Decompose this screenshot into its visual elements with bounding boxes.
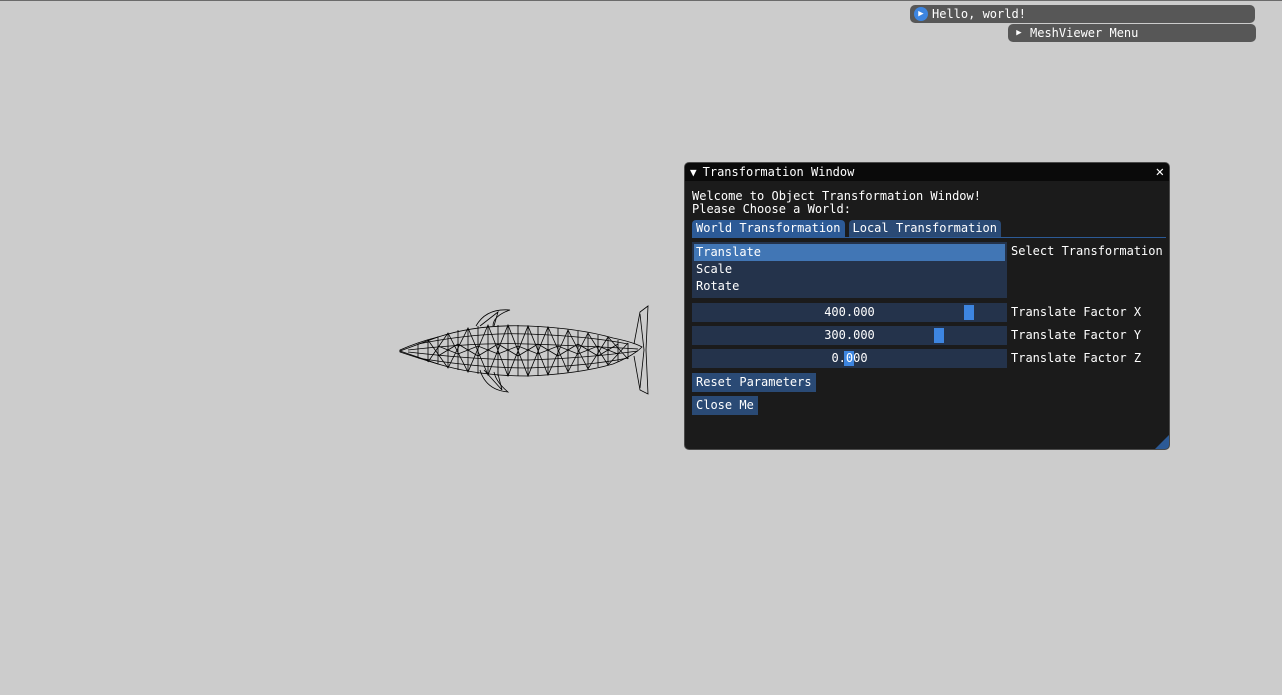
transformation-listbox[interactable]: Translate Scale Rotate — [692, 242, 1007, 298]
reset-parameters-button[interactable]: Reset Parameters — [692, 373, 816, 392]
select-transformation-label: Select Transformation — [1011, 244, 1163, 258]
mesh-edges — [398, 323, 639, 378]
slider-value: 400.000 — [824, 305, 875, 319]
list-item-rotate[interactable]: Rotate — [694, 278, 1005, 295]
meshviewer-menu-window[interactable]: ▶ MeshViewer Menu — [1008, 24, 1256, 42]
tab-world-transformation[interactable]: World Transformation — [692, 220, 845, 237]
meshviewer-menu-title: MeshViewer Menu — [1030, 26, 1139, 40]
top-border — [0, 0, 1282, 1]
slider-value: 0.000 — [831, 351, 868, 365]
translate-y-label: Translate Factor Y — [1011, 328, 1142, 342]
transformation-window[interactable]: ▼ Transformation Window ✕ Welcome to Obj… — [684, 162, 1170, 450]
hello-world-window[interactable]: ▶ Hello, world! — [910, 5, 1255, 23]
slider-value: 300.000 — [824, 328, 875, 342]
window-title: Transformation Window — [702, 165, 855, 179]
tab-underline — [692, 237, 1166, 238]
resize-grip-icon[interactable] — [1155, 435, 1169, 449]
translate-y-slider[interactable]: 300.000 — [692, 326, 1007, 345]
translate-x-slider[interactable]: 400.000 — [692, 303, 1007, 322]
translate-x-label: Translate Factor X — [1011, 305, 1142, 319]
translate-z-slider[interactable]: 0.000 — [692, 349, 1007, 368]
close-me-button[interactable]: Close Me — [692, 396, 758, 415]
translate-z-label: Translate Factor Z — [1011, 351, 1142, 365]
list-item-scale[interactable]: Scale — [694, 261, 1005, 278]
dolphin-wireframe-mesh — [398, 305, 649, 395]
expand-arrow-icon[interactable]: ▶ — [1012, 26, 1026, 40]
expand-arrow-icon[interactable]: ▶ — [914, 7, 928, 21]
prompt-text: Please Choose a World: — [692, 202, 851, 216]
hello-world-title: Hello, world! — [932, 7, 1026, 21]
close-icon[interactable]: ✕ — [1156, 163, 1164, 181]
collapse-triangle-icon[interactable]: ▼ — [690, 166, 697, 179]
window-title-bar[interactable]: ▼ Transformation Window ✕ — [685, 163, 1169, 181]
tab-local-transformation[interactable]: Local Transformation — [848, 220, 1001, 237]
world-tab-bar: World Transformation Local Transformatio… — [692, 220, 1001, 237]
list-item-translate[interactable]: Translate — [694, 244, 1005, 261]
